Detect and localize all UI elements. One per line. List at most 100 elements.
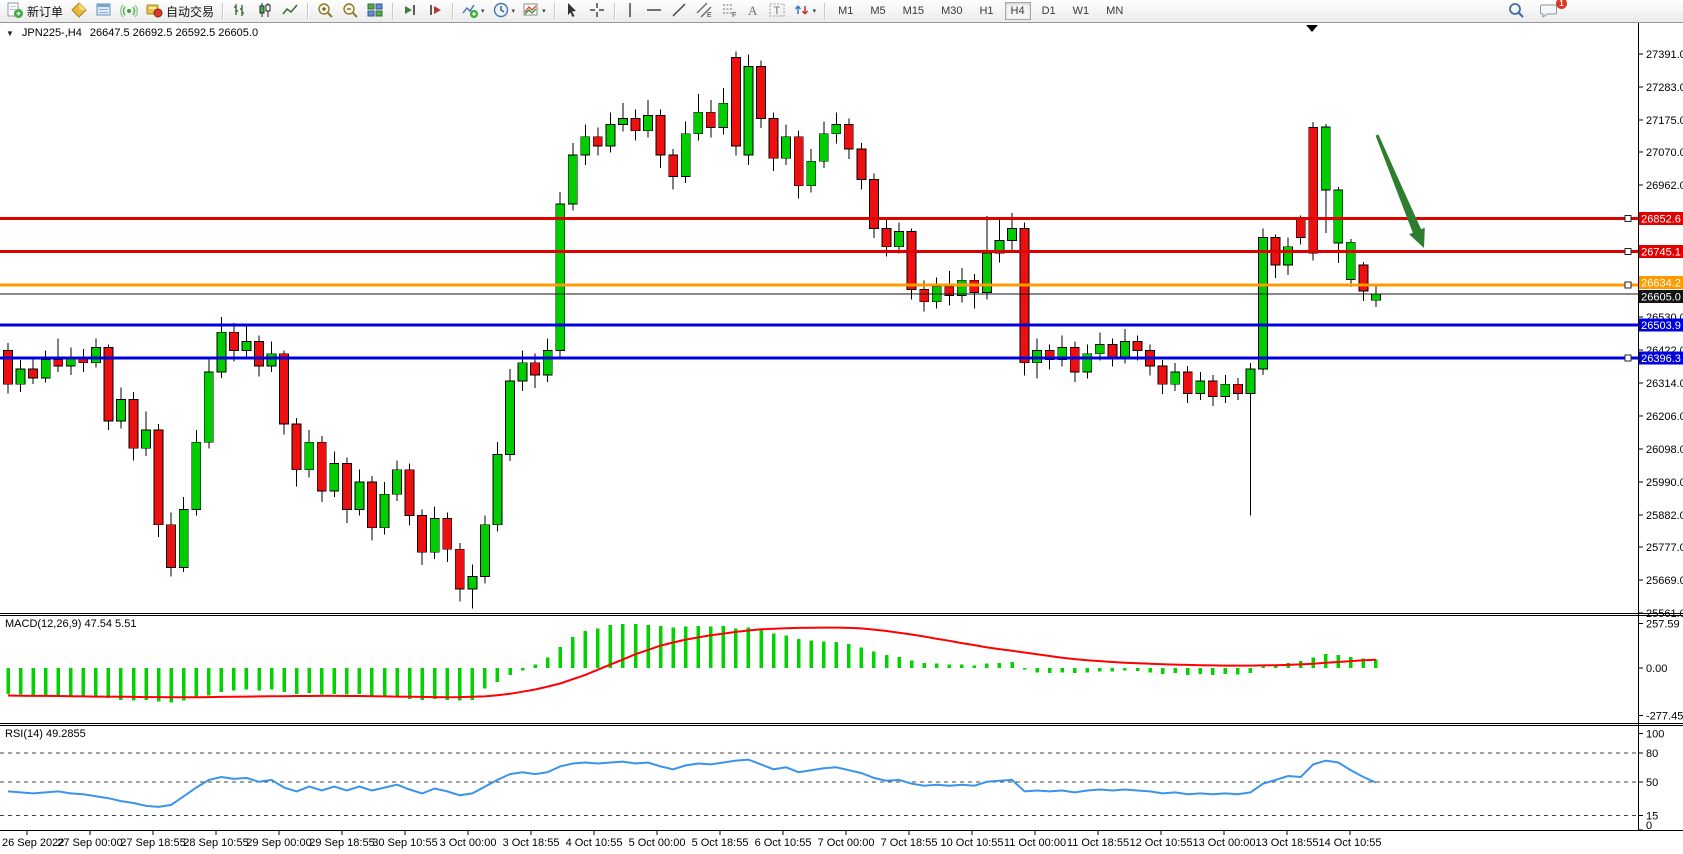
svg-text:11 Oct 00:00: 11 Oct 00:00	[1004, 837, 1066, 849]
toolbar-separator	[452, 3, 453, 19]
svg-text:50: 50	[1646, 777, 1658, 789]
timeframe-mn-button[interactable]: MN	[1100, 2, 1129, 20]
timeframe-d1-button[interactable]: D1	[1036, 2, 1062, 20]
autotrading-label: 自动交易	[166, 3, 214, 20]
svg-text:3 Oct 18:55: 3 Oct 18:55	[503, 837, 560, 849]
chevron-down-icon: ▾	[542, 7, 546, 15]
svg-text:27391.0: 27391.0	[1646, 49, 1683, 61]
svg-text:25990.0: 25990.0	[1646, 477, 1683, 489]
svg-text:0: 0	[1646, 820, 1652, 832]
svg-text:100: 100	[1646, 729, 1664, 741]
candlestick-series	[4, 51, 1381, 608]
new-order-label: 新订单	[27, 3, 63, 20]
timeframe-h1-button[interactable]: H1	[973, 2, 999, 20]
timeframe-m15-button[interactable]: M15	[897, 2, 930, 20]
chart-shift-button[interactable]	[423, 1, 447, 21]
notifications-button[interactable]: 1	[1536, 1, 1562, 21]
auto-scroll-button[interactable]	[398, 1, 422, 21]
macd-panel: 257.590.00-277.45	[6, 619, 1683, 723]
toolbar-separator	[554, 3, 555, 19]
toolbar-separator	[222, 3, 223, 19]
market-watch-button[interactable]	[67, 1, 91, 21]
svg-text:27 Sep 00:00: 27 Sep 00:00	[57, 837, 122, 849]
search-button[interactable]	[1504, 1, 1528, 21]
chevron-down-icon: ▾	[481, 7, 485, 15]
data-window-icon	[95, 1, 113, 22]
svg-text:-277.45: -277.45	[1646, 711, 1683, 723]
candlestick-chart-icon	[256, 1, 274, 22]
timeframe-m30-button[interactable]: M30	[935, 2, 968, 20]
zoom-in-icon	[316, 1, 334, 22]
bar-chart-button[interactable]	[228, 1, 252, 21]
arrow-objects-icon	[793, 1, 811, 22]
periods-button[interactable]: ▾	[489, 1, 519, 21]
text-button[interactable]: A	[742, 1, 764, 21]
svg-text:0.00: 0.00	[1646, 663, 1667, 675]
macd-signal-line	[8, 628, 1376, 698]
trend-arrow-annotation[interactable]	[1376, 134, 1425, 248]
svg-text:26503.9: 26503.9	[1641, 320, 1681, 332]
trendline-icon	[670, 1, 688, 22]
main-toolbar: 新订单 自动交易 ▾ ▾ ▾ E F A T ▾ M1 M5 M15 M30 H…	[0, 0, 1683, 23]
timeframe-w1-button[interactable]: W1	[1067, 2, 1096, 20]
data-window-button[interactable]	[92, 1, 116, 21]
autotrading-button[interactable]: 自动交易	[142, 1, 217, 21]
new-order-button[interactable]: 新订单	[3, 1, 66, 21]
zoom-in-button[interactable]	[313, 1, 337, 21]
svg-text:26206.0: 26206.0	[1646, 411, 1683, 423]
svg-text:5 Oct 00:00: 5 Oct 00:00	[629, 837, 686, 849]
svg-text:26745.1: 26745.1	[1641, 246, 1681, 258]
svg-text:12 Oct 10:55: 12 Oct 10:55	[1130, 837, 1193, 849]
svg-text:A: A	[748, 3, 758, 18]
timeframe-m1-button[interactable]: M1	[832, 2, 859, 20]
crosshair-button[interactable]	[585, 1, 609, 21]
svg-text:26314.0: 26314.0	[1646, 378, 1683, 390]
trendline-button[interactable]	[667, 1, 691, 21]
search-icon	[1507, 1, 1525, 22]
timeframe-h4-button[interactable]: H4	[1005, 2, 1031, 20]
horizontal-lines[interactable]: 26852.626745.126634.226605.026503.926396…	[0, 212, 1683, 365]
svg-text:26634.2: 26634.2	[1641, 278, 1681, 290]
svg-text:26852.6: 26852.6	[1641, 213, 1681, 225]
candlestick-chart-button[interactable]	[253, 1, 277, 21]
signals-button[interactable]	[117, 1, 141, 21]
svg-text:11 Oct 18:55: 11 Oct 18:55	[1067, 837, 1129, 849]
rsi-panel: 1008050150	[0, 729, 1664, 832]
svg-text:14 Oct 10:55: 14 Oct 10:55	[1319, 837, 1382, 849]
arrows-button[interactable]: ▾	[790, 1, 820, 21]
indicators-icon	[461, 1, 479, 22]
svg-text:26962.0: 26962.0	[1646, 180, 1683, 192]
horizontal-line-button[interactable]	[642, 1, 666, 21]
autotrading-icon	[145, 1, 163, 22]
svg-text:25882.0: 25882.0	[1646, 510, 1683, 522]
bar-chart-icon	[231, 1, 249, 22]
notification-badge: 1	[1556, 0, 1567, 9]
line-chart-button[interactable]	[278, 1, 302, 21]
vertical-line-button[interactable]	[620, 1, 641, 21]
zoom-out-button[interactable]	[338, 1, 362, 21]
text-label-button[interactable]: T	[765, 1, 789, 21]
svg-text:T: T	[773, 5, 780, 17]
horizontal-line-icon	[645, 1, 663, 22]
indicators-button[interactable]: ▾	[458, 1, 488, 21]
templates-button[interactable]: ▾	[519, 1, 549, 21]
svg-text:80: 80	[1646, 748, 1658, 760]
templates-icon	[522, 1, 540, 22]
toolbar-separator	[392, 3, 393, 19]
chart-canvas[interactable]: 27391.027283.027175.027070.026962.026530…	[0, 23, 1683, 854]
tile-windows-button[interactable]	[363, 1, 387, 21]
line-chart-icon	[281, 1, 299, 22]
panel-frames	[0, 23, 1683, 831]
svg-text:28 Sep 10:55: 28 Sep 10:55	[183, 837, 248, 849]
channel-icon: E	[695, 1, 713, 22]
fibonacci-button[interactable]: F	[717, 1, 741, 21]
svg-text:25669.0: 25669.0	[1646, 575, 1683, 587]
svg-text:6 Oct 10:55: 6 Oct 10:55	[755, 837, 812, 849]
date-axis: 26 Sep 202227 Sep 00:0027 Sep 18:5528 Se…	[2, 831, 1382, 849]
price-axis: 27391.027283.027175.027070.026962.026530…	[1638, 49, 1683, 620]
equidistant-channel-button[interactable]: E	[692, 1, 716, 21]
svg-text:4 Oct 10:55: 4 Oct 10:55	[566, 837, 623, 849]
cursor-button[interactable]	[560, 1, 584, 21]
chart-shift-marker[interactable]	[1306, 25, 1318, 32]
timeframe-m5-button[interactable]: M5	[864, 2, 891, 20]
